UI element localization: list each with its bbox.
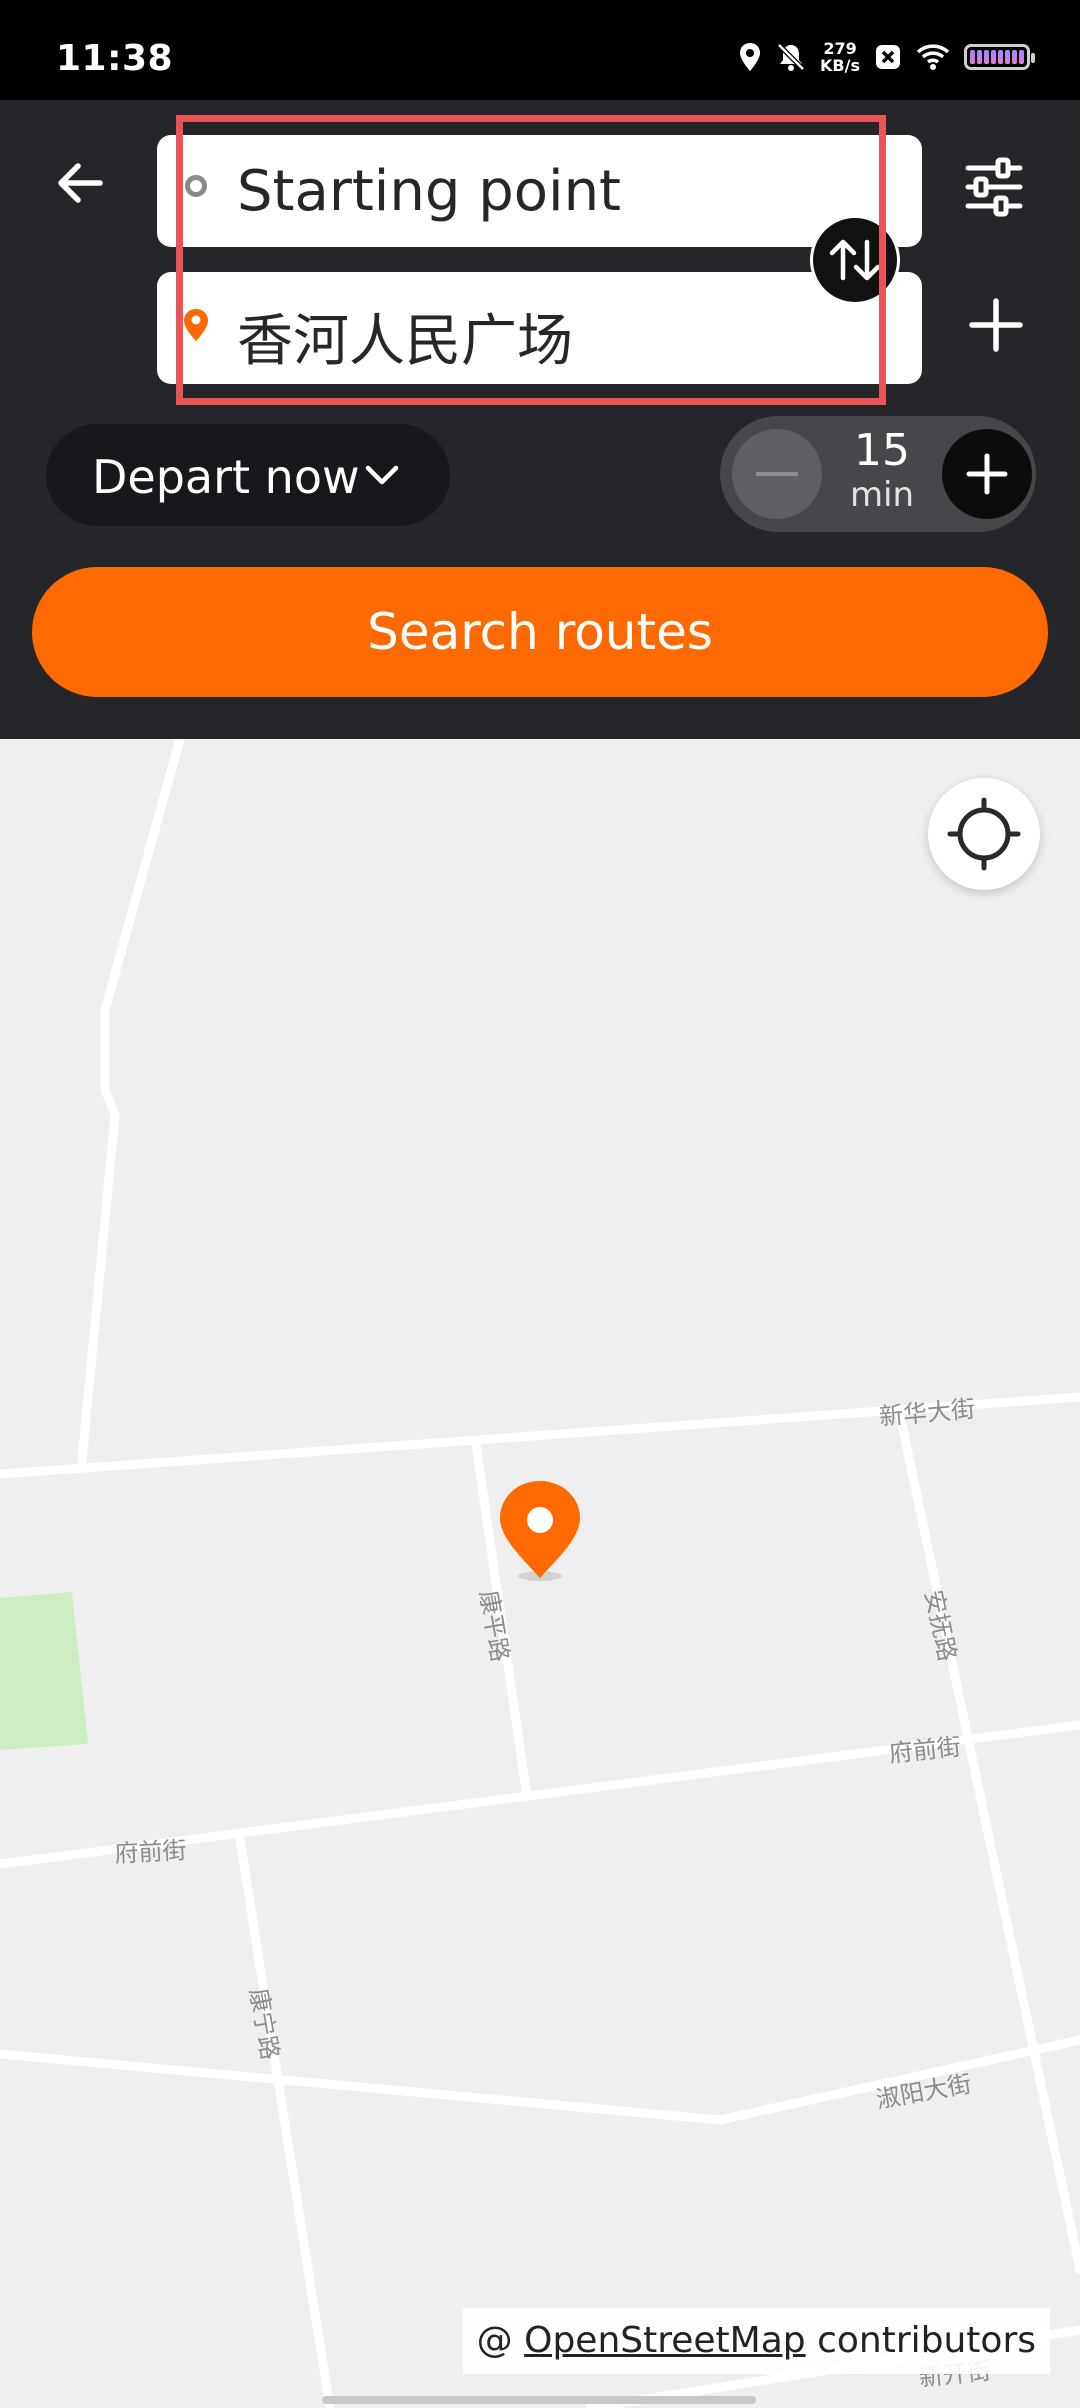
notification-icon <box>876 45 900 69</box>
my-location-button[interactable] <box>928 778 1040 890</box>
highlight-box <box>176 115 886 405</box>
home-indicator[interactable] <box>322 2396 756 2404</box>
map-view[interactable]: 新华大街 康平路 安抚路 府前街 府前街 康宁路 淑阳大街 新开街 <box>0 739 1080 2408</box>
depart-time-dropdown[interactable]: Depart now <box>46 424 450 526</box>
battery-icon <box>964 44 1035 70</box>
decrease-button[interactable] <box>732 429 822 519</box>
add-stop-plus-icon[interactable] <box>966 295 1026 355</box>
crosshair-icon <box>947 797 1021 871</box>
buffer-time-value: 15 min <box>832 425 932 515</box>
wifi-icon <box>916 44 950 70</box>
back-arrow-icon[interactable] <box>52 155 108 211</box>
mute-icon <box>777 43 805 71</box>
network-speed-unit: KB/s <box>820 56 860 75</box>
buffer-time-stepper: 15 min <box>720 416 1036 532</box>
route-planner-header: Starting point 香河人民广场 Depart now 15 min … <box>0 100 1080 739</box>
attribution-prefix: @ <box>476 2320 513 2361</box>
status-icons: 279 KB/s <box>738 40 1035 74</box>
increase-button[interactable] <box>942 429 1032 519</box>
attribution-suffix: contributors <box>817 2320 1036 2361</box>
street-label-fuqian-left: 府前街 <box>114 1836 187 1868</box>
buffer-time-unit: min <box>849 475 915 515</box>
depart-time-label: Depart now <box>92 450 360 504</box>
chevron-down-icon <box>365 465 399 485</box>
plus-icon <box>966 453 1008 495</box>
status-bar: 11:38 279 KB/s <box>0 0 1080 100</box>
search-routes-button[interactable]: Search routes <box>32 567 1048 697</box>
filter-sliders-icon[interactable] <box>962 155 1026 219</box>
status-time: 11:38 <box>56 38 174 79</box>
network-speed-value: 279 <box>823 39 857 58</box>
map-attribution: @ OpenStreetMap contributors <box>462 2308 1050 2374</box>
openstreetmap-link[interactable]: OpenStreetMap <box>524 2320 806 2361</box>
location-icon <box>740 43 761 71</box>
buffer-time-number: 15 <box>854 425 910 476</box>
network-speed: 279 KB/s <box>820 40 860 74</box>
